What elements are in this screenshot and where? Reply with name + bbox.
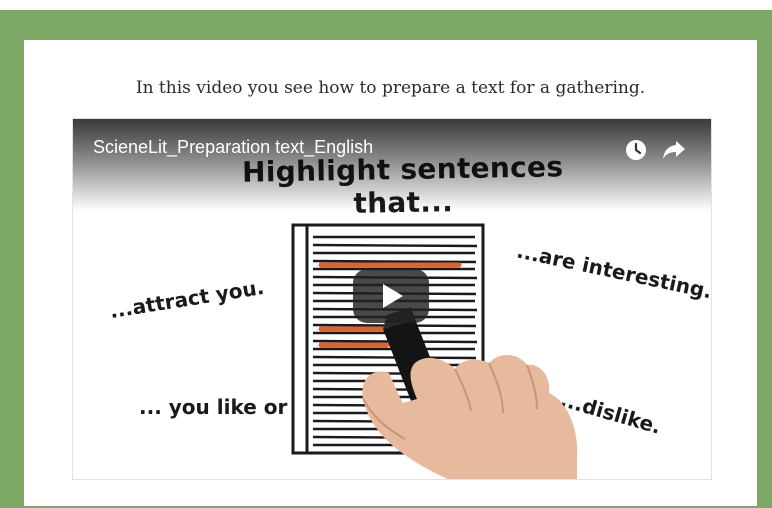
- video-title-link[interactable]: ScieneLit_Preparation text_English: [93, 137, 373, 158]
- share-arrow-icon[interactable]: [662, 139, 686, 161]
- video-player[interactable]: Highlight sentences that... ...attract y…: [72, 118, 712, 480]
- phrase-like: ... you like or: [139, 395, 288, 419]
- play-button[interactable]: [353, 269, 429, 323]
- clock-icon[interactable]: [625, 139, 647, 161]
- intro-text: In this video you see how to prepare a t…: [135, 78, 646, 98]
- phrase-attract: ...attract you.: [108, 274, 266, 324]
- green-frame: In this video you see how to prepare a t…: [0, 10, 772, 508]
- title-overlay: [73, 119, 711, 211]
- content-card: In this video you see how to prepare a t…: [24, 40, 757, 506]
- play-icon: [383, 284, 403, 308]
